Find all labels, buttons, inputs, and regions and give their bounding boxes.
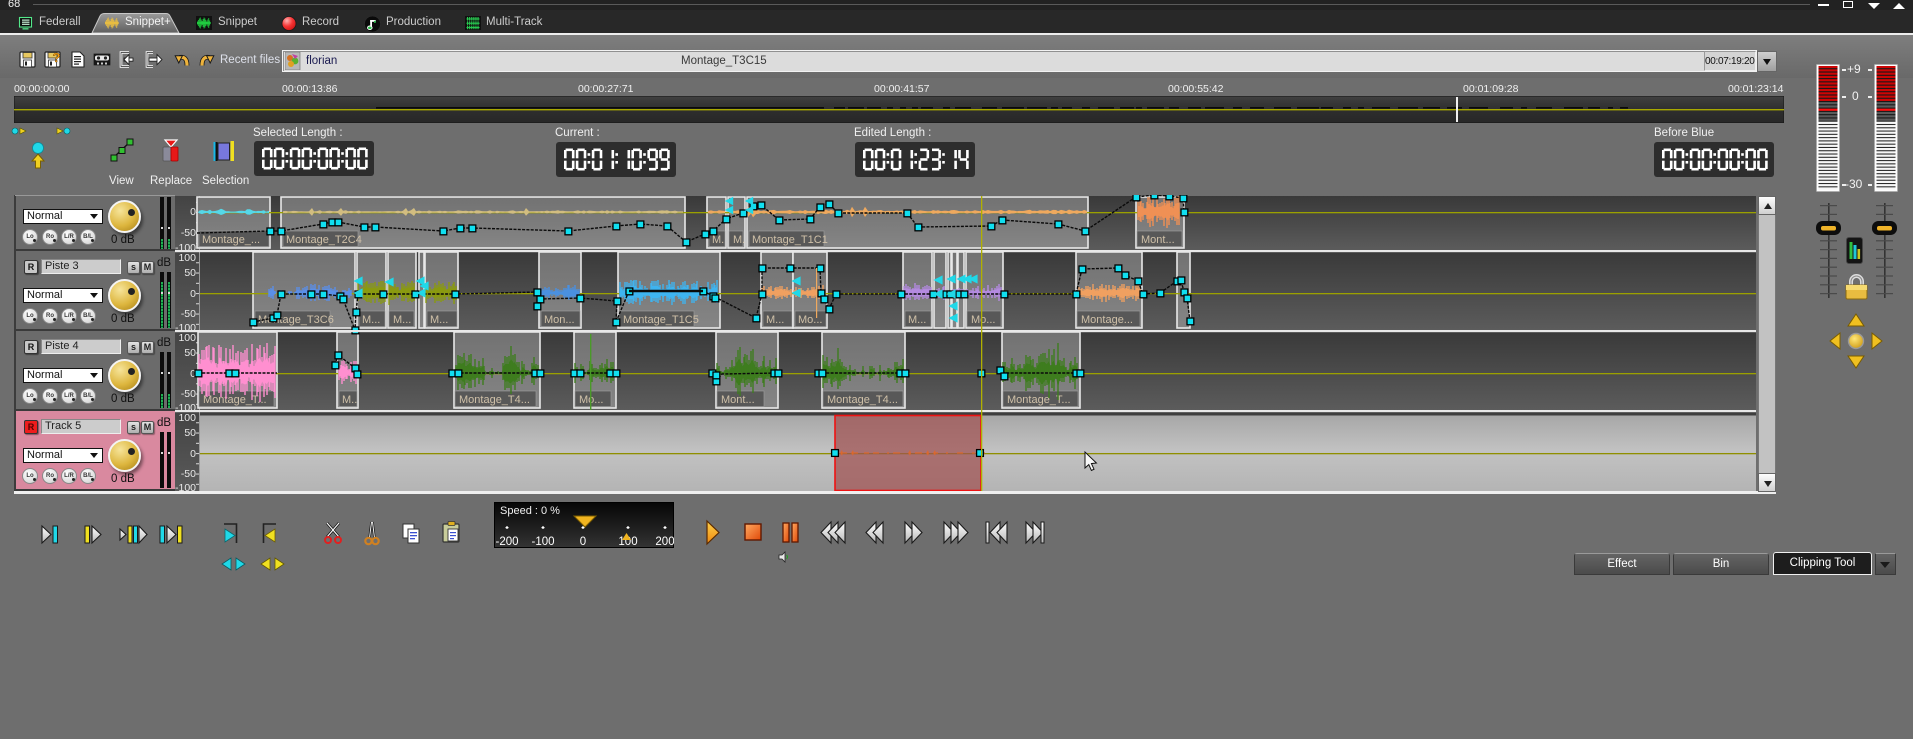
svg-text:Mo...: Mo... bbox=[798, 314, 822, 326]
svg-text:0: 0 bbox=[190, 448, 196, 460]
svg-text:M.: M. bbox=[733, 234, 745, 246]
svg-text:Montage_T1C5: Montage_T1C5 bbox=[623, 314, 699, 326]
svg-text:Mont...: Mont... bbox=[721, 394, 755, 406]
svg-text:100: 100 bbox=[178, 252, 196, 264]
svg-text:Montage_T2C4: Montage_T2C4 bbox=[286, 234, 362, 246]
svg-text:Mont...: Mont... bbox=[1141, 234, 1175, 246]
svg-text:Montage_T4...: Montage_T4... bbox=[827, 394, 898, 406]
svg-text:Mon...: Mon... bbox=[544, 314, 575, 326]
svg-text:Mo...: Mo... bbox=[971, 314, 995, 326]
svg-text:M...: M... bbox=[393, 314, 411, 326]
svg-text:M...: M... bbox=[430, 314, 448, 326]
svg-text:200: 200 bbox=[655, 536, 674, 548]
svg-text:50: 50 bbox=[184, 267, 196, 279]
svg-text:-100: -100 bbox=[531, 536, 554, 548]
svg-text:-50: -50 bbox=[181, 468, 196, 480]
svg-text:Montage...: Montage... bbox=[1081, 314, 1133, 326]
svg-text:Montage_T4...: Montage_T4... bbox=[459, 394, 530, 406]
svg-text:100: 100 bbox=[178, 332, 196, 344]
svg-text:Montage_...: Montage_... bbox=[202, 234, 260, 246]
svg-text:M..: M.. bbox=[342, 394, 357, 406]
svg-text:0: 0 bbox=[580, 536, 586, 548]
svg-text:M...: M... bbox=[908, 314, 926, 326]
svg-text:-50: -50 bbox=[181, 227, 196, 239]
svg-text:50: 50 bbox=[184, 427, 196, 439]
svg-text:100: 100 bbox=[178, 412, 196, 424]
svg-text:-50: -50 bbox=[181, 388, 196, 400]
svg-text:0: 0 bbox=[190, 206, 196, 218]
svg-text:M.: M. bbox=[712, 234, 724, 246]
svg-text:?: ? bbox=[53, 51, 61, 65]
svg-text:M...: M... bbox=[766, 314, 784, 326]
svg-text:M...: M... bbox=[362, 314, 380, 326]
svg-text:50: 50 bbox=[184, 347, 196, 359]
svg-text:-200: -200 bbox=[495, 536, 518, 548]
svg-text:-50: -50 bbox=[181, 308, 196, 320]
svg-text:0: 0 bbox=[190, 288, 196, 300]
svg-text:Montage_T...: Montage_T... bbox=[1007, 394, 1071, 406]
svg-text:Montage_T1C1: Montage_T1C1 bbox=[752, 234, 828, 246]
